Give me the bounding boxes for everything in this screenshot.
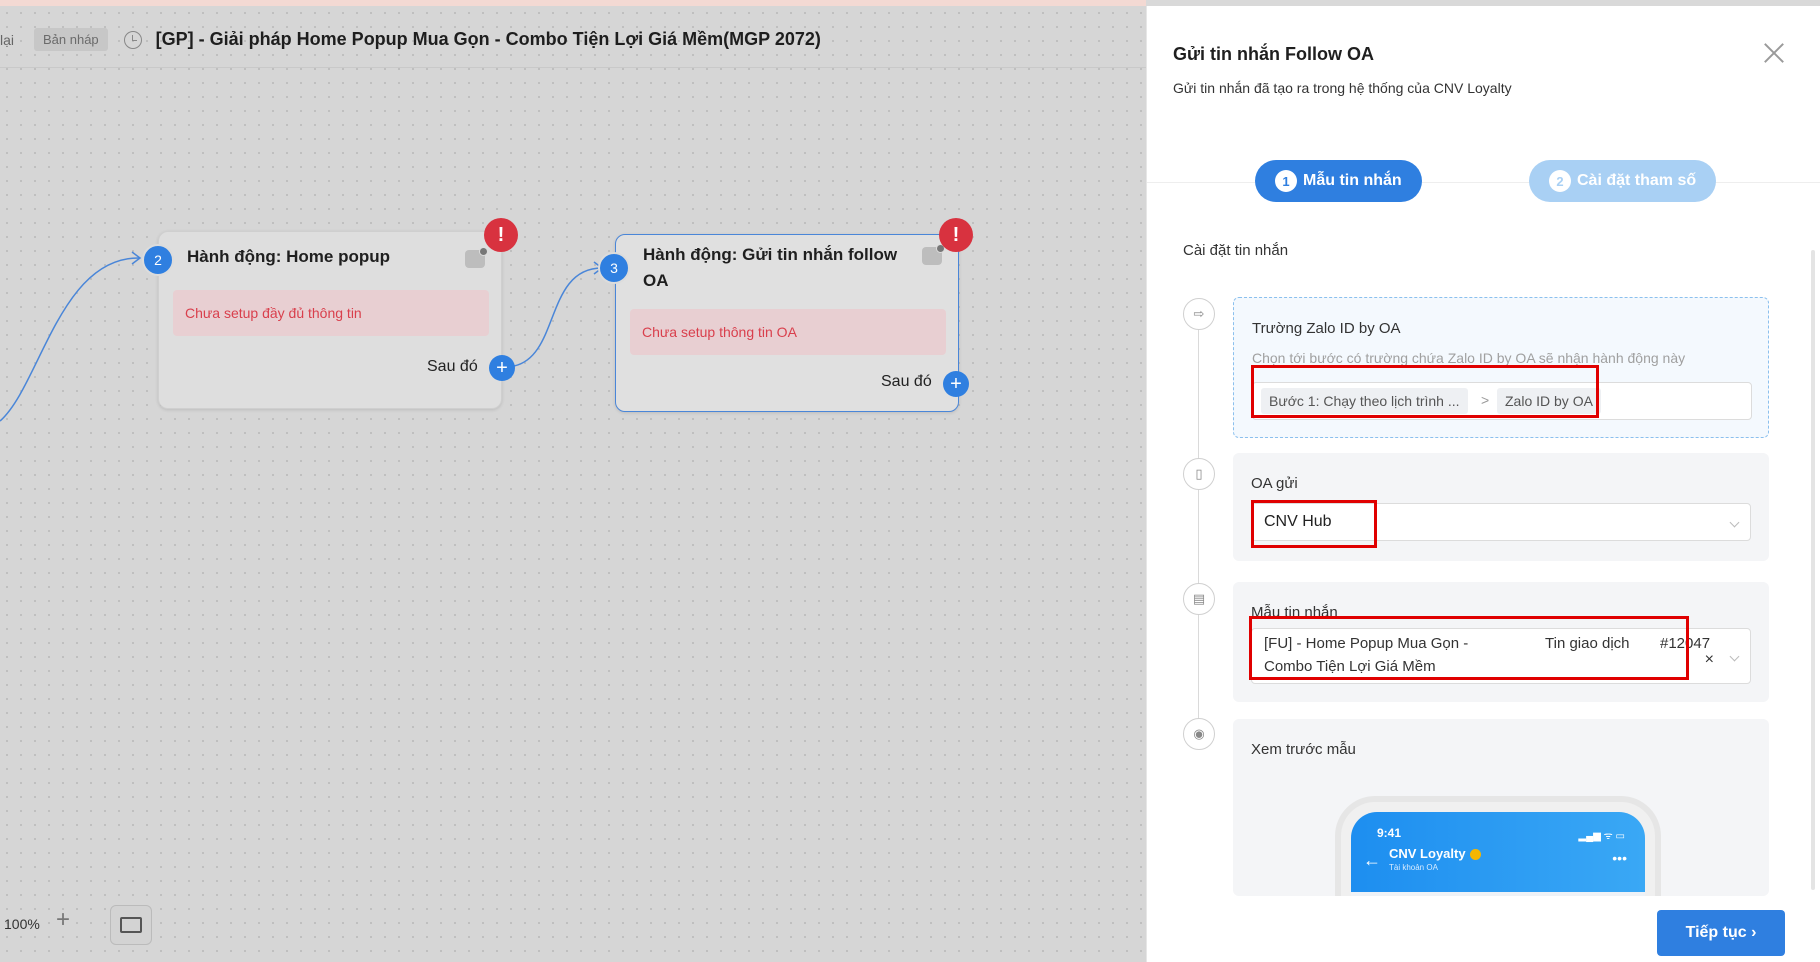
more-icon: ••• [1612,850,1627,866]
panel-scrollbar[interactable] [1811,250,1815,890]
error-badge[interactable]: ! [484,218,518,252]
template-preview-card: Xem trước mẫu 9:41 ▂▄▆ ᯤ ▭ ← CNV Loyalty… [1233,719,1769,896]
message-icon[interactable] [922,244,945,265]
workflow-edges [0,251,604,422]
workflow-node-home-popup[interactable]: Hành động: Home popup Chưa setup đầy đủ … [158,231,502,409]
step-number: 1 [1275,170,1297,192]
verified-icon [1469,849,1481,861]
clear-icon[interactable]: × [1705,651,1714,669]
eye-icon: ◉ [1183,718,1215,750]
phone-preview: 9:41 ▂▄▆ ᯤ ▭ ← CNV Loyalty Tài khoản OA … [1335,796,1661,896]
highlight-box-template [1249,616,1689,680]
panel-divider [1147,182,1820,183]
chat-area [1351,892,1645,896]
oa-name: CNV Loyalty [1389,846,1481,861]
highlight-box-zalo-id [1251,365,1599,418]
arrow-left-icon: ← [1363,850,1381,870]
edge-into-step-2 [0,257,141,422]
node-step-number: 2 [142,244,174,276]
edge-step-2-to-3 [513,267,603,367]
node-title: Hành động: Gửi tin nhắn follow [643,245,898,264]
phone-time: 9:41 [1377,826,1402,840]
chevron-down-icon [1729,651,1740,662]
oa-subtitle: Tài khoản OA [1389,863,1438,872]
highlight-box-oa [1251,500,1377,548]
phone-screen: 9:41 ▂▄▆ ᯤ ▭ ← CNV Loyalty Tài khoản OA … [1351,812,1645,896]
node-warning: Chưa setup thông tin OA [630,309,946,355]
fit-view-button[interactable] [110,905,152,945]
node-warning: Chưa setup đầy đủ thông tin [173,290,489,336]
field-label: Xem trước mẫu [1251,741,1356,758]
continue-button[interactable]: Tiếp tục › [1657,910,1785,956]
error-badge[interactable]: ! [939,218,973,252]
node-title-line2: OA [643,271,669,290]
step-number: 2 [1549,170,1571,192]
workflow-node-send-follow-oa[interactable]: Hành động: Gửi tin nhắn follow OA Chưa s… [615,234,959,412]
oa-name-text: CNV Loyalty [1389,846,1466,861]
step-tab-parameter-settings[interactable]: 2 Cài đặt tham số [1529,160,1717,202]
step-tab-message-template[interactable]: 1 Mẫu tin nhắn [1255,160,1422,202]
section-label: Cài đặt tin nhắn [1183,242,1289,259]
field-label: OA gửi [1251,475,1298,492]
field-hint: Chọn tới bước có trường chứa Zalo ID by … [1252,350,1686,366]
zoom-level: 100% [4,916,40,932]
close-icon[interactable] [1761,40,1787,66]
arrow-right-icon: ⇨ [1183,298,1215,330]
phone-status-icons: ▂▄▆ ᯤ ▭ [1578,831,1625,842]
node-title: Hành động: Home popup [187,247,391,266]
panel-title: Gửi tin nhắn Follow OA [1173,44,1375,64]
workflow-canvas[interactable]: lại Bản nháp [GP] - Giải pháp Home Popup… [0,0,1146,962]
node-next-label: Sau đó [881,373,932,390]
chat-icon: ▤ [1183,583,1215,615]
node-next-label: Sau đó [427,358,478,375]
chevron-down-icon [1729,517,1740,528]
panel-subtitle: Gửi tin nhắn đã tạo ra trong hệ thống củ… [1173,80,1512,96]
phone-icon: ▯ [1183,458,1215,490]
step-label: Mẫu tin nhắn [1303,172,1402,189]
add-next-step-button[interactable]: + [943,371,969,397]
settings-panel: Gửi tin nhắn Follow OA Gửi tin nhắn đã t… [1146,6,1820,962]
step-label: Cài đặt tham số [1577,172,1697,189]
field-label: Trường Zalo ID by OA [1252,320,1401,337]
node-step-number: 3 [598,252,630,284]
timeline-line [1198,306,1199,746]
fit-screen-icon [120,917,142,933]
zoom-in-button[interactable]: + [56,906,70,934]
add-next-step-button[interactable]: + [489,355,515,381]
note-icon[interactable] [465,247,488,268]
